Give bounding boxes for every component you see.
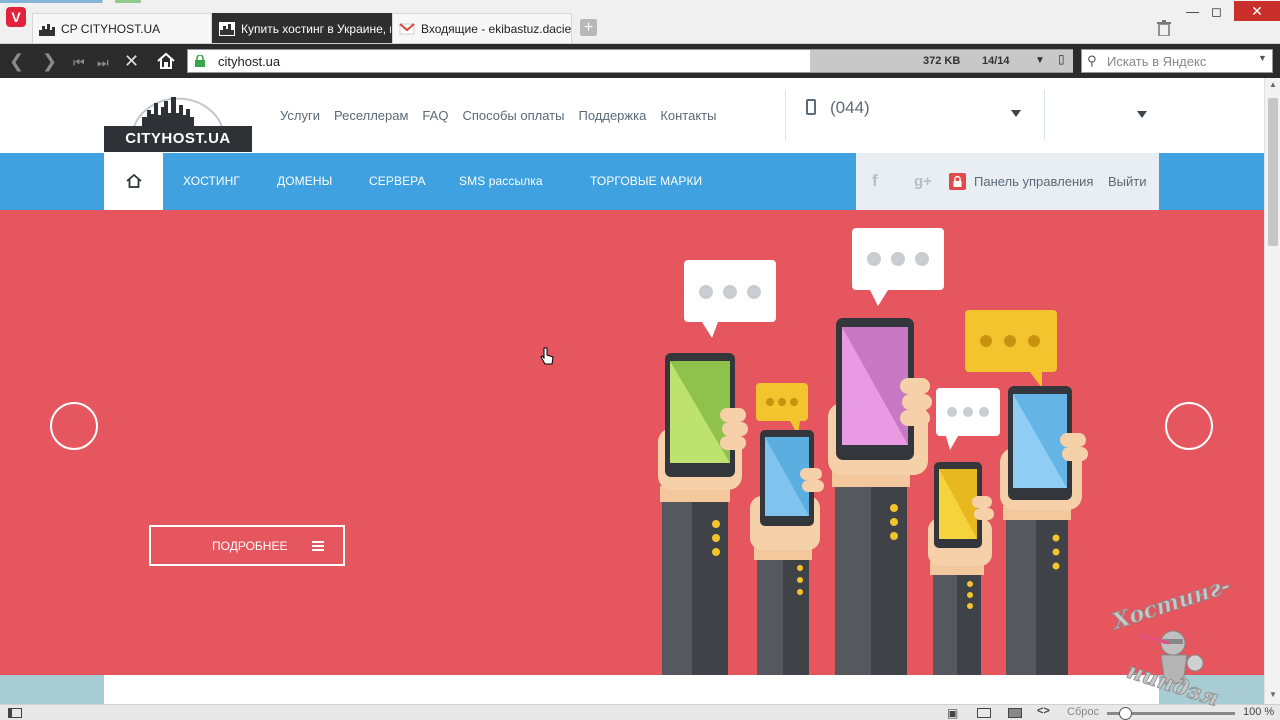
secure-lock-icon: [195, 55, 205, 67]
content-area: [0, 675, 1264, 704]
nav-sms[interactable]: SMS рассылка: [459, 174, 543, 188]
topnav-support[interactable]: Поддержка: [578, 108, 646, 123]
close-window-button[interactable]: ✕: [1234, 1, 1280, 21]
topnav-resellers[interactable]: Реселлерам: [334, 108, 408, 123]
skyline-logo-icon: [133, 97, 223, 128]
home-button[interactable]: [104, 153, 163, 210]
topnav-faq[interactable]: FAQ: [422, 108, 448, 123]
tab-cityhost-buy[interactable]: Купить хостинг в Украине, г: [212, 13, 392, 43]
city-favicon-icon: [39, 23, 55, 36]
zoom-reset-button[interactable]: Сброс: [1067, 706, 1099, 718]
topnav-contacts[interactable]: Контакты: [660, 108, 716, 123]
stop-loading-icon[interactable]: ✕: [124, 52, 139, 70]
slider-prev-button[interactable]: [50, 402, 708, 453]
menu-icon: [312, 541, 324, 551]
search-placeholder: Искать в Яндекс: [1107, 54, 1207, 69]
load-progress: 14/14: [982, 55, 1010, 67]
trash-icon[interactable]: [1157, 20, 1171, 36]
tab-title: Купить хостинг в Украине, г: [241, 21, 392, 36]
top-navigation: Услуги Реселлерам FAQ Способы оплаты Под…: [280, 108, 716, 123]
minimize-button[interactable]: —: [1186, 4, 1199, 19]
header-divider: [785, 90, 786, 140]
main-navigation: Хостинг Домены Сервера SMS рассылка Торг…: [0, 153, 1264, 210]
zoom-slider-handle[interactable]: [1118, 707, 1132, 720]
user-panel: f g+ Панель управления Выйти: [856, 153, 1159, 210]
tiling-icon[interactable]: [977, 708, 991, 718]
site-logo[interactable]: CITYHOST.UA: [104, 83, 252, 152]
logo-text: CITYHOST.UA: [104, 126, 252, 152]
slider-next-button[interactable]: [1165, 402, 1213, 450]
topnav-payment-methods[interactable]: Способы оплаты: [462, 108, 564, 123]
topnav-services[interactable]: Услуги: [280, 108, 320, 123]
camera-icon[interactable]: ▣: [947, 706, 958, 720]
watermark-top-text: Хостинг-: [1107, 583, 1233, 635]
phone-selector[interactable]: (044): [806, 98, 870, 118]
language-dropdown-icon[interactable]: [1137, 111, 1147, 118]
header-divider: [1044, 90, 1045, 140]
web-page: CITYHOST.UA Услуги Реселлерам FAQ Способ…: [0, 78, 1264, 704]
page-scrollbar[interactable]: ▲ ▼: [1264, 78, 1280, 704]
tab-title: Входящие - ekibastuz.dacie: [421, 21, 572, 36]
google-plus-icon[interactable]: g+: [914, 173, 932, 190]
logout-link[interactable]: Выйти: [1108, 174, 1147, 189]
url-text: cityhost.ua: [218, 54, 281, 69]
zoom-value: 100 %: [1243, 706, 1275, 718]
back-icon[interactable]: ❮: [9, 52, 24, 70]
page-size: 372 KB: [923, 55, 961, 67]
scrollbar-thumb[interactable]: [1268, 98, 1278, 246]
maximize-button[interactable]: ◻: [1211, 4, 1222, 20]
rewind-icon[interactable]: ⏮: [73, 54, 85, 72]
nav-servers[interactable]: Сервера: [369, 174, 426, 188]
tab-gmail-inbox[interactable]: Входящие - ekibastuz.dacie: [392, 13, 572, 43]
more-button[interactable]: ПОДРОБНЕЕ: [149, 525, 345, 566]
browser-tab-bar: V CP CITYHOST.UA Купить хостинг в Украин…: [0, 0, 1280, 44]
hands-with-phones-illustration: [658, 228, 1088, 675]
hosting-ninja-watermark: Хостинг- ниндзя: [1107, 583, 1234, 708]
lock-icon: [949, 173, 966, 190]
scroll-up-icon[interactable]: ▲: [1269, 80, 1277, 89]
hero-slider: ПОДРОБНЕЕ: [0, 210, 1264, 675]
tab-bar-stripe: [0, 0, 1280, 3]
fast-forward-icon[interactable]: ⏭: [97, 54, 109, 72]
tab-cp-cityhost[interactable]: CP CITYHOST.UA: [32, 13, 212, 43]
scroll-down-icon[interactable]: ▼: [1269, 690, 1277, 699]
control-panel-link[interactable]: Панель управления: [974, 174, 1093, 189]
new-tab-button[interactable]: +: [580, 19, 597, 36]
facebook-icon[interactable]: f: [872, 171, 878, 191]
tab-title: CP CITYHOST.UA: [61, 21, 161, 36]
bookmark-icon[interactable]: ▯: [1058, 52, 1065, 66]
phone-number: (044): [830, 98, 870, 117]
phone-icon: [806, 99, 816, 115]
page-actions-icon[interactable]: <>: [1037, 705, 1050, 717]
search-icon: ⚲: [1087, 53, 1097, 68]
nav-trademarks[interactable]: Торговые марки: [590, 174, 702, 188]
city-favicon-icon: [219, 21, 235, 36]
browser-menu-button[interactable]: V: [6, 7, 26, 27]
url-field[interactable]: cityhost.ua 372 KB 14/14 ▼ ▯: [187, 49, 1073, 73]
gmail-icon: [399, 22, 415, 34]
search-dropdown-icon[interactable]: ▼: [1258, 53, 1267, 63]
nav-hosting[interactable]: Хостинг: [183, 174, 240, 188]
more-button-label: ПОДРОБНЕЕ: [212, 539, 288, 553]
home-icon[interactable]: [156, 51, 176, 71]
phone-dropdown-icon[interactable]: [1011, 110, 1021, 117]
content-panel: [104, 675, 1159, 704]
hand-pointer-icon: [540, 347, 554, 365]
dropdown-arrow-icon[interactable]: ▼: [1035, 50, 1045, 72]
nav-domains[interactable]: Домены: [277, 174, 332, 188]
browser-status-bar: ▣ <> Сброс 100 %: [0, 704, 1280, 720]
search-field[interactable]: ⚲ Искать в Яндекс ▼: [1081, 49, 1273, 73]
forward-icon[interactable]: ❯: [42, 52, 57, 70]
home-icon: [126, 173, 142, 188]
images-icon[interactable]: [1008, 708, 1022, 718]
load-progress-bar: 372 KB 14/14 ▼ ▯: [810, 50, 1073, 72]
panel-toggle-icon[interactable]: [8, 708, 22, 718]
